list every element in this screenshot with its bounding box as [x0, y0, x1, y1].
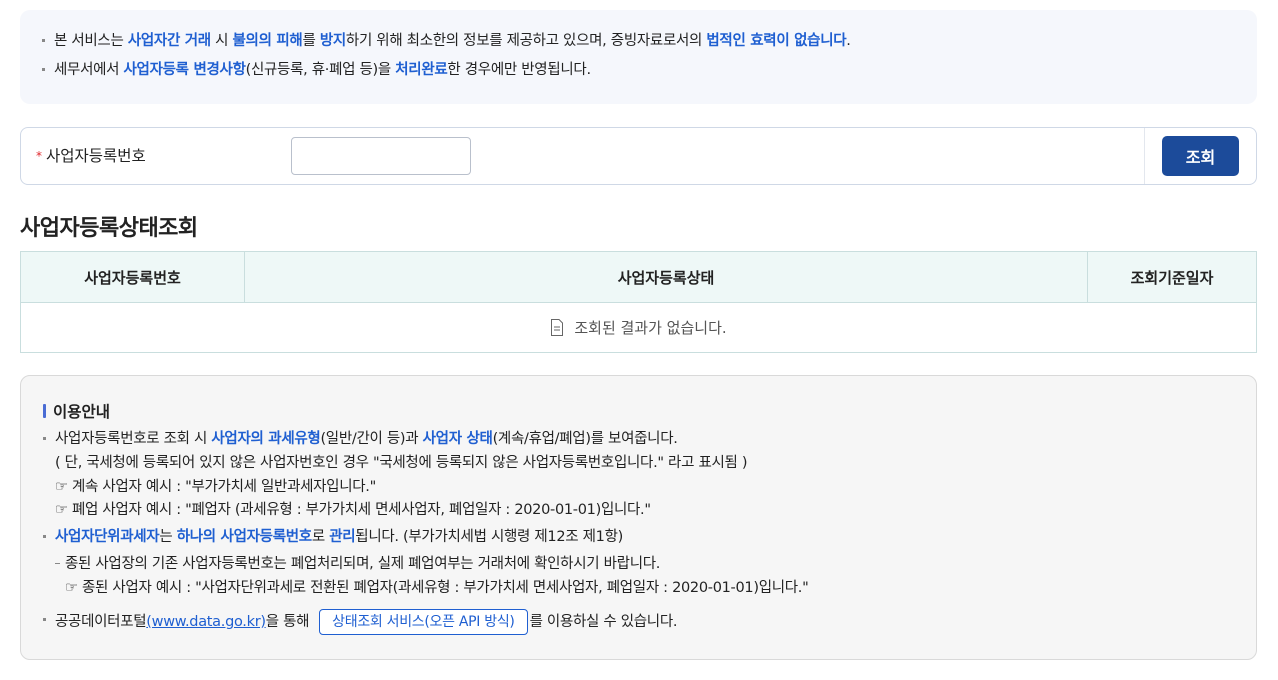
column-header-date: 조회기준일자 — [1130, 268, 1214, 287]
column-header-business-number: 사업자등록번호 — [21, 252, 245, 302]
table-empty-row: 조회된 결과가 없습니다. — [21, 303, 1256, 352]
guide-item-1-note: ( 단, 국세청에 등록되어 있지 않은 사업자번호인 경우 "국세청에 등록되… — [55, 455, 748, 471]
notice-line-2: 세무서에서 사업자등록 변경사항(신규등록, 휴·폐업 등)을 처리완료한 경우… — [40, 59, 1237, 88]
guide-title: 이용안내 — [43, 400, 110, 422]
guide-item-1-example-closed: ☞ 폐업 사업자 예시 : "폐업자 (과세유형 : 부가가치세 면세사업자, … — [55, 502, 651, 518]
notice-line-1: 본 서비스는 사업자간 거래 시 불의의 피해를 방지하기 위해 최소한의 정보… — [40, 30, 1237, 59]
guide-item-1: 사업자등록번호로 조회 시 사업자의 과세유형(일반/간이 등)과 사업자 상태… — [43, 428, 678, 450]
guide-item-2-example: ☞ 종된 사업자 예시 : "사업자단위과세로 전환된 폐업자(과세유형 : 부… — [65, 580, 809, 596]
business-number-input[interactable] — [291, 137, 471, 175]
data-portal-link[interactable]: (www.data.go.kr) — [146, 614, 266, 630]
guide-item-2: 사업자단위과세자는 하나의 사업자등록번호로 관리됩니다. (부가가치세법 시행… — [43, 526, 623, 548]
search-form: * 사업자등록번호 조회 — [20, 127, 1257, 185]
result-table: 사업자등록번호 사업자등록상태 조회기준일자 조회된 결과가 없습니다. — [20, 251, 1257, 353]
document-icon — [551, 319, 564, 336]
empty-message: 조회된 결과가 없습니다. — [574, 319, 727, 337]
info-marker-icon — [43, 404, 46, 418]
usage-guide: 이용안내 사업자등록번호로 조회 시 사업자의 과세유형(일반/간이 등)과 사… — [20, 375, 1257, 660]
required-mark: * — [36, 149, 42, 163]
search-button[interactable]: 조회 — [1162, 136, 1239, 176]
notice-box: 본 서비스는 사업자간 거래 시 불의의 피해를 방지하기 위해 최소한의 정보… — [20, 10, 1257, 104]
guide-item-1-example-active: ☞ 계속 사업자 예시 : "부가가치세 일반과세자입니다." — [55, 479, 376, 495]
page-title: 사업자등록상태조회 — [20, 216, 198, 241]
divider — [1144, 128, 1145, 184]
column-header-status: 사업자등록상태 — [245, 252, 1088, 302]
guide-item-3: 공공데이터포털(www.data.go.kr)을 통해 상태조회 서비스(오픈 A… — [42, 609, 678, 635]
table-header: 사업자등록번호 사업자등록상태 조회기준일자 — [21, 252, 1256, 303]
open-api-service-button[interactable]: 상태조회 서비스(오픈 API 방식) — [319, 609, 528, 635]
guide-item-2-sub: 종된 사업장의 기존 사업자등록번호는 폐업처리되며, 실제 폐업여부는 거래처… — [54, 553, 660, 575]
business-number-label: * 사업자등록번호 — [36, 147, 146, 165]
